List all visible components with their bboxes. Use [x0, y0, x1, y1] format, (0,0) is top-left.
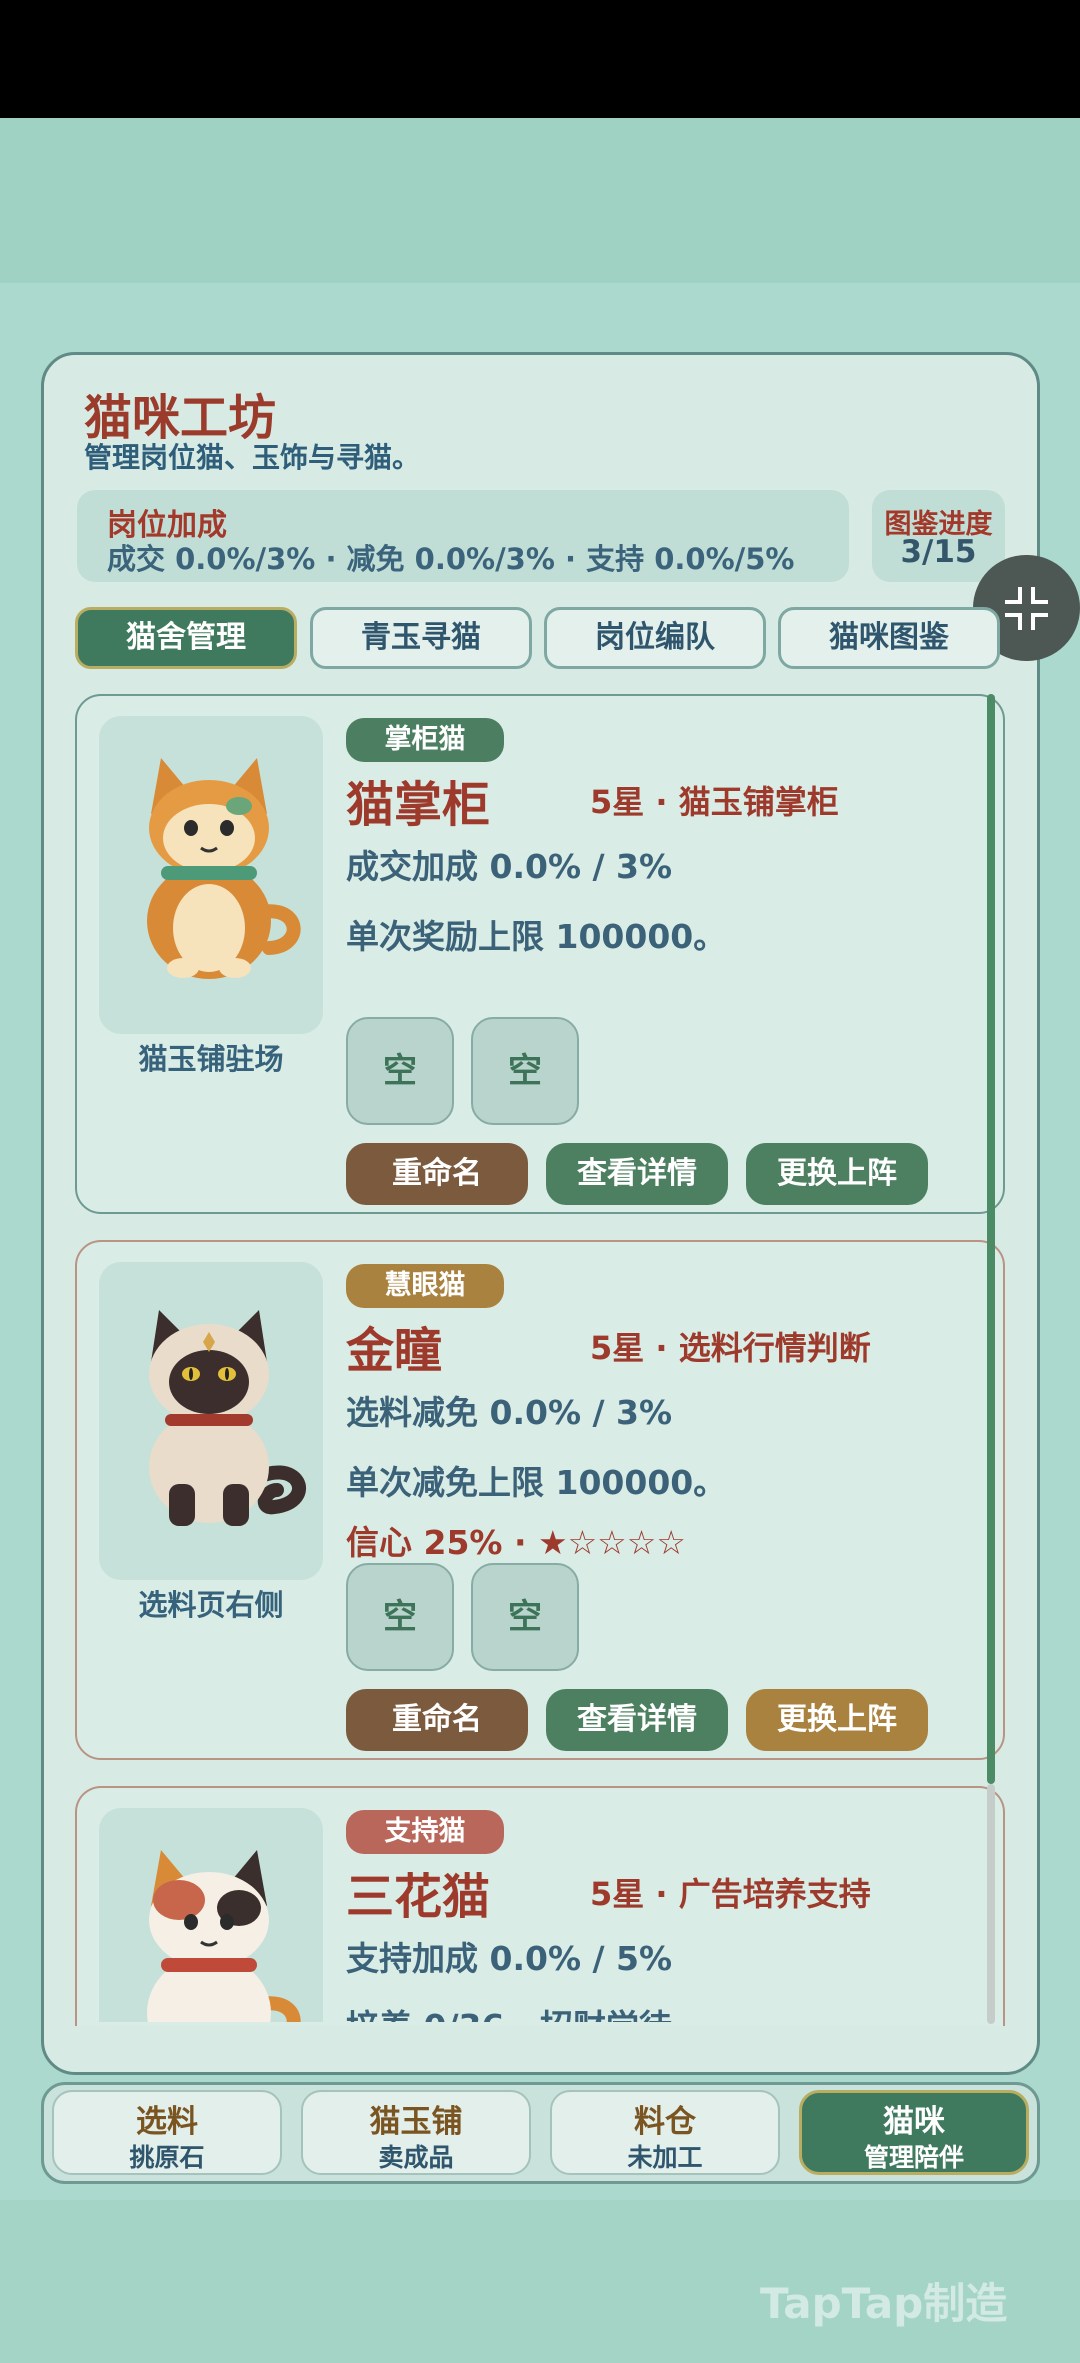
nav-jade-shop-label: 猫玉铺 — [369, 2104, 463, 2140]
cat-bonus-stat: 选料减免 0.0% / 3% — [346, 1393, 673, 1432]
cat-bonus-stat: 成交加成 0.0% / 3% — [346, 847, 673, 886]
nav-warehouse-label: 料仓 — [634, 2104, 696, 2140]
cat-role-badge: 慧眼猫 — [346, 1264, 504, 1308]
change-deploy-button[interactable]: 更换上阵 — [746, 1143, 928, 1205]
view-details-button[interactable]: 查看详情 — [546, 1689, 728, 1751]
cat-star-role: 5星 · 选料行情判断 — [590, 1329, 871, 1367]
taptap-watermark: TapTap制造 — [760, 2279, 1008, 2328]
jade-slot[interactable]: 空 — [471, 1563, 579, 1671]
nav-cats-sub: 管理陪伴 — [863, 2143, 964, 2172]
cat-limit-stat: 单次奖励上限 100000。 — [346, 917, 727, 956]
cat-portrait — [99, 1262, 323, 1580]
nav-cats-label: 猫咪 — [883, 2104, 945, 2140]
nav-select-stone-label: 选料 — [136, 2104, 198, 2140]
cat-training-clip: 培养 0/36 · 招财学徒 — [346, 1994, 986, 2022]
shopkeeper-cat-icon — [147, 758, 301, 979]
scrollbar-thumb[interactable] — [987, 694, 995, 1784]
cat-name: 猫掌柜 — [346, 777, 491, 833]
change-deploy-button[interactable]: 更换上阵 — [746, 1689, 928, 1751]
cat-portrait — [99, 716, 323, 1034]
cat-bonus-stat: 支持加成 0.0% / 5% — [346, 1939, 673, 1978]
view-details-button[interactable]: 查看详情 — [546, 1143, 728, 1205]
cat-star-role: 5星 · 猫玉铺掌柜 — [590, 783, 839, 821]
nav-select-stone-sub: 挑原石 — [129, 2143, 205, 2172]
rename-button[interactable]: 重命名 — [346, 1143, 528, 1205]
cat-role-badge: 掌柜猫 — [346, 718, 504, 762]
cat-star-role: 5星 · 广告培养支持 — [590, 1875, 871, 1913]
codex-progress-value: 3/15 — [900, 534, 977, 570]
position-bonus-values: 成交 0.0%/3% · 减免 0.0%/3% · 支持 0.0%/5% — [107, 542, 795, 576]
siamese-cat-icon — [149, 1310, 306, 1526]
cat-name: 三花猫 — [346, 1869, 491, 1925]
rename-button[interactable]: 重命名 — [346, 1689, 528, 1751]
cat-training-stat: 培养 0/36 · 招财学徒 — [346, 2000, 672, 2022]
tab-jade-search[interactable]: 青玉寻猫 — [310, 607, 532, 669]
jade-slot[interactable]: 空 — [346, 1563, 454, 1671]
status-bar — [0, 0, 1080, 118]
scrollbar-track[interactable] — [987, 1784, 995, 2024]
calico-cat-icon — [147, 1850, 301, 2022]
tab-cat-codex[interactable]: 猫咪图鉴 — [778, 607, 1000, 669]
jade-slot[interactable]: 空 — [346, 1017, 454, 1125]
cat-location: 猫玉铺驻场 — [138, 1042, 284, 1076]
nav-warehouse-sub: 未加工 — [627, 2143, 703, 2172]
collapse-icon — [1005, 587, 1048, 630]
top-banner — [0, 118, 1080, 283]
cat-role-badge: 支持猫 — [346, 1810, 504, 1854]
cat-confidence-stat: 信心 25% · ★☆☆☆☆ — [346, 1523, 686, 1562]
cat-portrait-clip — [99, 1808, 323, 2022]
tab-formation[interactable]: 岗位编队 — [544, 607, 766, 669]
cat-portrait — [99, 1808, 323, 2022]
nav-jade-shop-sub: 卖成品 — [378, 2143, 454, 2172]
cat-location: 选料页右侧 — [138, 1588, 284, 1622]
tab-cattery[interactable]: 猫舍管理 — [75, 607, 297, 669]
cat-name: 金瞳 — [346, 1323, 443, 1379]
page-subtitle: 管理岗位猫、玉饰与寻猫。 — [84, 441, 421, 474]
cat-limit-stat: 单次减免上限 100000。 — [346, 1463, 727, 1502]
jade-slot[interactable]: 空 — [471, 1017, 579, 1125]
